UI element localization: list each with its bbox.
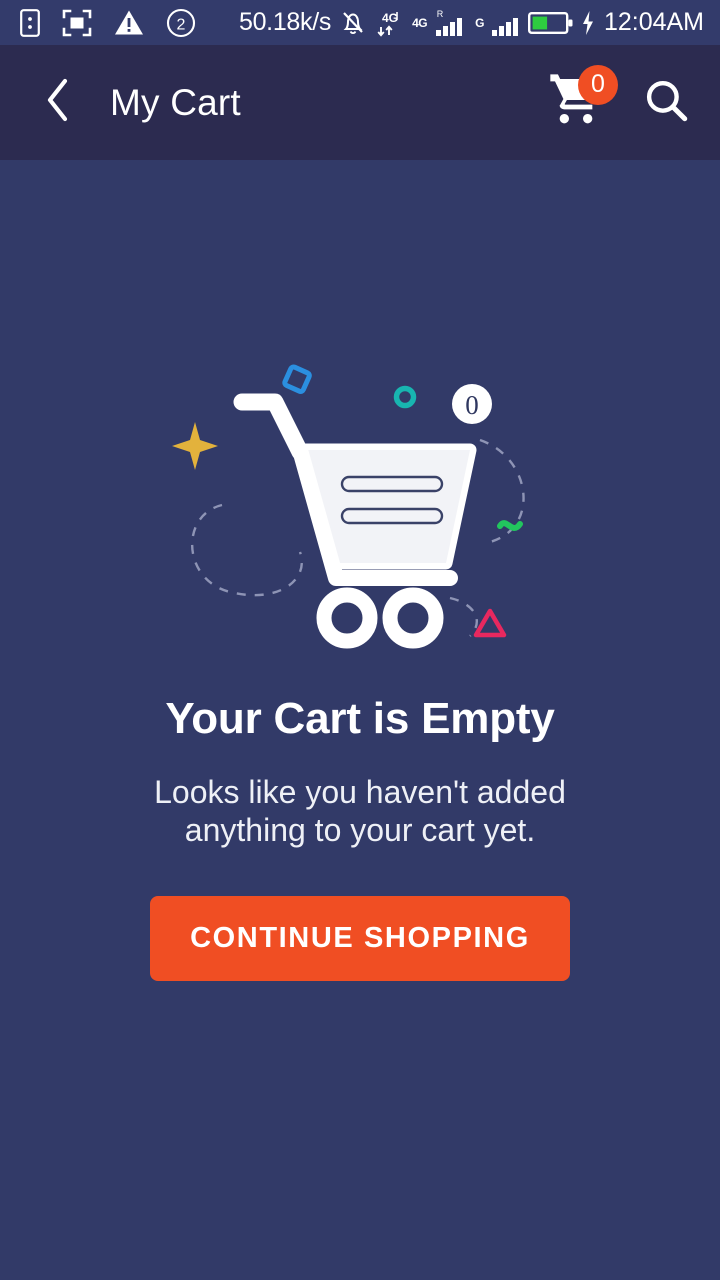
cart-item-line-2 <box>340 507 444 525</box>
charging-bolt-icon <box>581 10 595 36</box>
status-bar-left-icons: 2 <box>12 8 196 38</box>
app-screen: 2 50.18k/s 4G 4G R G 12:04AM My Cart 0 0… <box>0 0 720 1280</box>
screenshot-frame-icon <box>62 9 92 37</box>
search-button[interactable] <box>640 77 692 129</box>
sim1-network-text: 4G <box>412 15 428 30</box>
app-bar-actions: 0 <box>548 64 692 131</box>
notification-count-text: 2 <box>177 16 186 33</box>
app-bar: My Cart 0 <box>0 45 720 160</box>
deco-green-squiggle <box>497 520 523 531</box>
svg-text:R: R <box>437 9 444 19</box>
sim1-network-label: 4G <box>412 15 428 30</box>
empty-cart-content: 0 Your Cart is Empty Looks like you have… <box>0 160 720 1280</box>
network-speed-text: 50.18k/s <box>238 8 332 36</box>
cart-handle <box>233 393 309 461</box>
status-bar-right-indicators: 50.18k/s 4G 4G R G 12:04AM <box>239 8 708 38</box>
dashed-arc-bottom <box>449 596 479 637</box>
deco-yellow-sparkle <box>172 422 218 470</box>
deco-coin-zero: 0 <box>452 384 492 424</box>
chevron-left-icon <box>42 77 74 128</box>
cart-wheel-right <box>382 587 444 649</box>
status-bar: 2 50.18k/s 4G 4G R G 12:04AM <box>0 0 720 45</box>
notification-count-icon: 2 <box>166 8 196 38</box>
search-icon <box>641 75 691 130</box>
deco-teal-ring <box>393 385 417 409</box>
sim-card-icon <box>20 8 40 37</box>
data-transfer-icon: 4G <box>375 8 405 38</box>
sim2-network-text: G <box>475 15 484 30</box>
back-button[interactable] <box>34 77 82 128</box>
svg-text:4G: 4G <box>382 11 398 25</box>
battery-icon <box>527 10 574 36</box>
empty-cart-title: Your Cart is Empty <box>165 694 555 743</box>
deco-pink-triangle <box>473 608 507 638</box>
cart-wheel-left <box>316 587 378 649</box>
sim2-network-label: G <box>475 16 484 30</box>
deco-blue-diamond <box>282 364 312 394</box>
status-bar-clock: 12:04AM <box>603 8 704 36</box>
dashed-loop-left <box>190 503 303 597</box>
bell-muted-icon <box>338 8 368 38</box>
deco-coin-zero-text: 0 <box>465 390 479 420</box>
sim2-signal-bars-icon <box>491 8 521 38</box>
cart-button[interactable]: 0 <box>548 64 618 131</box>
empty-cart-subtitle: Looks like you haven't added anything to… <box>154 774 566 848</box>
warning-triangle-icon <box>114 9 144 36</box>
empty-shopping-cart-illustration: 0 <box>150 330 570 660</box>
cart-item-line-1 <box>340 475 444 493</box>
sim1-signal-bars-icon: R <box>434 8 468 38</box>
page-title: My Cart <box>110 81 241 123</box>
continue-shopping-button[interactable]: CONTINUE SHOPPING <box>150 895 570 981</box>
cart-badge: 0 <box>578 64 618 105</box>
